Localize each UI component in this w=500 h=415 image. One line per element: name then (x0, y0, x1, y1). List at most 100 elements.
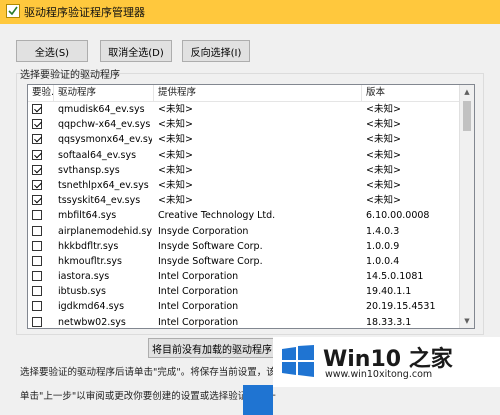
version-cell: 6.10.00.0008 (366, 210, 430, 222)
column-header-provider[interactable]: 提供程序 (154, 85, 362, 101)
verify-checkbox[interactable] (32, 164, 42, 175)
table-row[interactable]: qmudisk64_ev.sys <未知> <未知> (28, 102, 460, 117)
version-cell: 20.19.15.4531 (366, 301, 436, 313)
verify-checkbox[interactable] (32, 255, 42, 266)
verify-checkbox[interactable] (32, 104, 42, 114)
driver-rows: qmudisk64_ev.sys <未知> <未知> qqpchw-x64_ev.sy… (28, 102, 460, 328)
table-row[interactable]: qqsysmonx64_ev.sys <未知> <未知> (28, 132, 460, 147)
verify-checkbox[interactable] (32, 271, 42, 282)
table-row[interactable]: tssyskit64_ev.sys <未知> <未知> (28, 193, 460, 208)
verify-checkbox[interactable] (32, 225, 42, 236)
verify-checkbox[interactable] (32, 286, 42, 297)
table-row[interactable]: hkkbdfltr.sys Insyde Software Corp. 1.0.0.… (28, 239, 460, 254)
driver-name-cell: iastora.sys (58, 271, 110, 283)
version-cell: <未知> (366, 134, 401, 146)
driver-name-cell: qqsysmonx64_ev.sys (58, 134, 152, 146)
list-header: 要验... 驱动程序 提供程序 版本 (28, 85, 460, 102)
table-row[interactable]: svthansp.sys <未知> <未知> (28, 163, 460, 178)
window-title: 驱动程序验证程序管理器 (24, 6, 145, 19)
table-row[interactable]: softaal64_ev.sys <未知> <未知> (28, 148, 460, 163)
provider-cell: Intel Corporation (158, 286, 239, 298)
provider-cell: Intel Corporation (158, 301, 239, 313)
driver-name-cell: qqpchw-x64_ev.sys (58, 119, 151, 131)
version-cell: <未知> (366, 104, 401, 115)
provider-cell: <未知> (158, 179, 193, 191)
version-cell: <未知> (366, 119, 401, 131)
provider-cell: <未知> (158, 164, 193, 176)
version-cell: <未知> (366, 179, 401, 191)
verify-checkbox[interactable] (32, 119, 42, 130)
provider-cell: Insyde Software Corp. (158, 255, 263, 267)
version-cell: <未知> (366, 149, 401, 161)
scroll-down-arrow-icon[interactable]: ▼ (460, 314, 474, 328)
driver-name-cell: qmudisk64_ev.sys (58, 104, 145, 115)
version-cell: 18.33.3.1 (366, 316, 412, 328)
invert-selection-button[interactable]: 反向选择(I) (182, 40, 250, 62)
watermark-url: www.win10xitong.com (325, 369, 433, 380)
decorative-blue-shape (243, 385, 273, 415)
provider-cell: Insyde Software Corp. (158, 240, 263, 252)
provider-cell: <未知> (158, 119, 193, 131)
table-row[interactable]: iastora.sys Intel Corporation 14.5.0.1081 (28, 269, 460, 284)
table-row[interactable]: hkmoufltr.sys Insyde Software Corp. 1.0.0.… (28, 254, 460, 269)
version-cell: <未知> (366, 195, 401, 207)
driver-name-cell: tsnethlpx64_ev.sys (58, 179, 149, 191)
driver-list[interactable]: 要验... 驱动程序 提供程序 版本 qmudisk64_ev.sys <未知> <… (27, 84, 475, 329)
verify-checkbox[interactable] (32, 240, 42, 251)
provider-cell: Intel Corporation (158, 271, 239, 283)
table-row[interactable]: qqpchw-x64_ev.sys <未知> <未知> (28, 117, 460, 132)
table-row[interactable]: airplanemodehid.sys Insyde Corporation 1.4… (28, 224, 460, 239)
provider-cell: <未知> (158, 104, 193, 115)
watermark: Win10 之家 www.win10xitong.com (273, 337, 500, 387)
app-icon (6, 4, 20, 18)
driver-name-cell: hkmoufltr.sys (58, 255, 122, 267)
driver-name-cell: netwbw02.sys (58, 316, 126, 328)
table-row[interactable]: igdkmd64.sys Intel Corporation 20.19.15.45… (28, 299, 460, 314)
verify-checkbox[interactable] (32, 179, 42, 190)
provider-cell: <未知> (158, 149, 193, 161)
windows-logo-icon (282, 345, 314, 377)
version-cell: 1.4.0.3 (366, 225, 400, 237)
driver-name-cell: airplanemodehid.sys (58, 225, 152, 237)
version-cell: 1.0.0.9 (366, 240, 400, 252)
table-row[interactable]: tsnethlpx64_ev.sys <未知> <未知> (28, 178, 460, 193)
column-header-version[interactable]: 版本 (362, 85, 460, 101)
provider-cell: Insyde Corporation (158, 225, 249, 237)
select-all-button[interactable]: 全选(S) (16, 40, 88, 62)
driver-name-cell: ibtusb.sys (58, 286, 106, 298)
verify-checkbox[interactable] (32, 316, 42, 327)
provider-cell: Intel Corporation (158, 316, 239, 328)
driver-name-cell: mbfilt64.sys (58, 210, 117, 222)
show-unloaded-drivers-button[interactable]: 将目前没有加载的驱动程序 (148, 338, 276, 358)
verify-checkbox[interactable] (32, 149, 42, 160)
version-cell: 19.40.1.1 (366, 286, 412, 298)
scroll-up-arrow-icon[interactable]: ▲ (460, 85, 474, 99)
verify-checkbox[interactable] (32, 210, 42, 221)
column-header-verify[interactable]: 要验... (28, 85, 54, 101)
scroll-thumb[interactable] (463, 101, 471, 131)
version-cell: 1.0.0.4 (366, 255, 400, 267)
table-row[interactable]: mbfilt64.sys Creative Technology Ltd. 6.10… (28, 208, 460, 223)
verify-checkbox[interactable] (32, 195, 42, 206)
provider-cell: Creative Technology Ltd. (158, 210, 276, 222)
table-row[interactable]: ibtusb.sys Intel Corporation 19.40.1.1 (28, 284, 460, 299)
driver-name-cell: hkkbdfltr.sys (58, 240, 119, 252)
driver-name-cell: svthansp.sys (58, 164, 120, 176)
verify-checkbox[interactable] (32, 134, 42, 145)
column-header-driver[interactable]: 驱动程序 (54, 85, 154, 101)
group-label: 选择要验证的驱动程序 (20, 70, 120, 81)
driver-name-cell: igdkmd64.sys (58, 301, 125, 313)
deselect-all-button[interactable]: 取消全选(D) (100, 40, 172, 62)
provider-cell: <未知> (158, 134, 193, 146)
verify-checkbox[interactable] (32, 301, 42, 312)
version-cell: <未知> (366, 164, 401, 176)
provider-cell: <未知> (158, 195, 193, 207)
vertical-scrollbar[interactable]: ▲ ▼ (459, 85, 474, 328)
driver-name-cell: softaal64_ev.sys (58, 149, 137, 161)
driver-name-cell: tssyskit64_ev.sys (58, 195, 141, 207)
version-cell: 14.5.0.1081 (366, 271, 424, 283)
description-line-1: 选择要验证的驱动程序后请单击"完成"。将保存当前设置，该程序将 (20, 367, 305, 378)
description-line-2: 单击"上一步"以审阅或更改你要创建的设置或选择验证的另一 (20, 391, 276, 402)
table-row[interactable]: netwbw02.sys Intel Corporation 18.33.3.1 (28, 315, 460, 328)
title-bar: 驱动程序验证程序管理器 (0, 0, 500, 24)
